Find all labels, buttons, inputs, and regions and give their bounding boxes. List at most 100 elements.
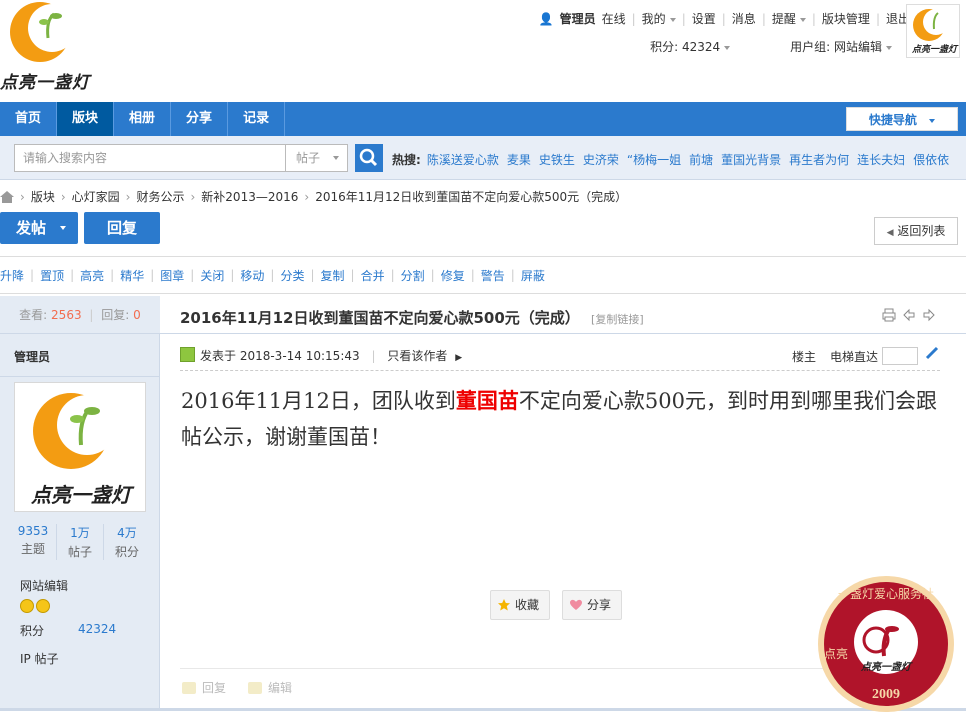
floor-jump-input[interactable] bbox=[882, 347, 918, 365]
mod-ban[interactable]: 屏蔽 bbox=[521, 267, 545, 284]
new-post-button[interactable]: 发帖 bbox=[0, 212, 78, 244]
lamp-logo-icon bbox=[33, 393, 117, 469]
home-icon[interactable] bbox=[0, 190, 14, 203]
stat-points[interactable]: 4万 积分 bbox=[104, 524, 150, 560]
highlighted-name: 董国苗 bbox=[455, 388, 519, 413]
user-group[interactable]: 网站编辑 bbox=[20, 577, 68, 594]
nav-home[interactable]: 首页 bbox=[0, 102, 58, 136]
pen-icon[interactable] bbox=[924, 345, 940, 361]
thread-stats: 查看: 2563 | 回复: 0 bbox=[0, 296, 160, 334]
author-name[interactable]: 管理员 bbox=[14, 348, 50, 365]
search-type-select[interactable]: 帖子 bbox=[286, 144, 348, 172]
next-thread-icon[interactable] bbox=[922, 308, 936, 322]
favorite-button[interactable]: 收藏 bbox=[490, 590, 550, 620]
share-button[interactable]: 分享 bbox=[562, 590, 622, 620]
mod-warn[interactable]: 警告 bbox=[481, 267, 505, 284]
copy-link[interactable]: [复制链接] bbox=[591, 313, 644, 326]
chevron-down-icon bbox=[929, 118, 936, 123]
quick-nav-button[interactable]: 快捷导航 bbox=[846, 107, 958, 131]
search-button[interactable] bbox=[355, 144, 383, 172]
post-time: 发表于 2018-3-14 10:15:43 bbox=[200, 349, 360, 363]
nav-records[interactable]: 记录 bbox=[228, 102, 286, 136]
print-icon[interactable] bbox=[882, 308, 896, 322]
moderation-toolbar: 升降 | 置顶 | 高亮 | 精华 | 图章 | 关闭 | 移动 | 分类 | 复制 | 合并 | … bbox=[0, 256, 966, 294]
corner-logo-text: 点亮一盏灯 bbox=[911, 45, 957, 55]
seal-top-text: 一盏灯爱心服务社 bbox=[838, 586, 934, 601]
hot-search-item[interactable]: 董国光背景 bbox=[721, 151, 781, 168]
hot-search-item[interactable]: 连长夫妇 bbox=[857, 151, 905, 168]
avatar[interactable]: 点亮一盏灯 bbox=[14, 382, 146, 512]
prev-thread-icon[interactable] bbox=[902, 308, 916, 322]
author-sidebar: 管理员 点亮一盏灯 9353 主题 1万 帖子 4万 积分 网站编辑 积分 42… bbox=[0, 334, 160, 724]
breadcrumb-current[interactable]: 2016年11月12日收到董国苗不定向爱心款500元（完成） bbox=[315, 188, 627, 205]
mod-stick[interactable]: 置顶 bbox=[40, 267, 64, 284]
breadcrumb-item[interactable]: 心灯家园 bbox=[72, 188, 120, 205]
replies-count: 0 bbox=[133, 308, 141, 322]
seal-logo-text: 点亮一盏灯 bbox=[860, 661, 913, 673]
post-meta: 发表于 2018-3-14 10:15:43 | 只看该作者 ▶ 楼主 电梯直达 bbox=[180, 345, 940, 371]
nav-share[interactable]: 分享 bbox=[171, 102, 229, 136]
mod-merge[interactable]: 合并 bbox=[361, 267, 385, 284]
thread-title-row: 2016年11月12日收到董国苗不定向爱心款500元（完成） [复制链接] bbox=[160, 296, 966, 334]
hot-search-item[interactable]: 前塘 bbox=[689, 151, 713, 168]
seal-year: 2009 bbox=[872, 687, 900, 702]
settings-link[interactable]: 设置 bbox=[686, 10, 722, 27]
mod-bump[interactable]: 升降 bbox=[0, 267, 24, 284]
heart-icon bbox=[570, 599, 582, 610]
caret-right-icon: ▶ bbox=[455, 353, 463, 363]
only-author-link[interactable]: 只看该作者 bbox=[387, 349, 447, 363]
mod-move[interactable]: 移动 bbox=[240, 267, 264, 284]
mod-category[interactable]: 分类 bbox=[280, 267, 304, 284]
breadcrumb-item[interactable]: 新补2013—2016 bbox=[201, 188, 298, 205]
breadcrumb-item[interactable]: 版块 bbox=[31, 188, 55, 205]
search-bar: 请输入搜索内容 帖子 热搜: 陈溪送爱心款 麦果 史铁生 史济荣 “杨梅一姐 前… bbox=[0, 136, 966, 180]
chevron-down-icon bbox=[886, 45, 892, 50]
block-manage-link[interactable]: 版块管理 bbox=[816, 10, 876, 27]
mod-repair[interactable]: 修复 bbox=[441, 267, 465, 284]
reminders-menu[interactable]: 提醒 bbox=[766, 10, 812, 27]
search-input[interactable]: 请输入搜索内容 bbox=[14, 144, 286, 172]
breadcrumb: › 版块 › 心灯家园 › 财务公示 › 新补2013—2016 › 2016年… bbox=[0, 188, 633, 205]
stat-posts[interactable]: 1万 帖子 bbox=[57, 524, 104, 560]
nav-forum[interactable]: 版块 bbox=[57, 102, 115, 136]
hot-search-item[interactable]: 麦果 bbox=[507, 151, 531, 168]
mod-copy[interactable]: 复制 bbox=[321, 267, 345, 284]
views-count: 2563 bbox=[51, 308, 82, 322]
online-icon bbox=[180, 347, 195, 362]
reply-icon bbox=[182, 681, 196, 694]
mod-digest[interactable]: 精华 bbox=[120, 267, 144, 284]
breadcrumb-item[interactable]: 财务公示 bbox=[136, 188, 184, 205]
search-icon bbox=[359, 148, 378, 167]
jump-label: 电梯直达 bbox=[829, 349, 878, 364]
back-to-list-button[interactable]: ◀ 返回列表 bbox=[874, 217, 958, 245]
mod-split[interactable]: 分割 bbox=[401, 267, 425, 284]
mod-stamp[interactable]: 图章 bbox=[160, 267, 184, 284]
mod-close[interactable]: 关闭 bbox=[200, 267, 224, 284]
hot-search-item[interactable]: 再生者为何 bbox=[789, 151, 849, 168]
nav-album[interactable]: 相册 bbox=[114, 102, 172, 136]
my-menu[interactable]: 我的 bbox=[636, 10, 682, 27]
messages-link[interactable]: 消息 bbox=[726, 10, 762, 27]
hot-search-item[interactable]: 陈溪送爱心款 bbox=[427, 151, 499, 168]
site-logo[interactable]: 点亮一盏灯 bbox=[0, 0, 100, 96]
lamp-logo-icon bbox=[10, 2, 76, 62]
rank-icons bbox=[20, 599, 52, 613]
hot-search-item[interactable]: 偎依依 bbox=[913, 151, 949, 168]
usergroup-menu[interactable]: 用户组: 网站编辑 bbox=[760, 38, 892, 55]
points-label: 积分 bbox=[20, 624, 45, 638]
thread-title: 2016年11月12日收到董国苗不定向爱心款500元（完成） bbox=[180, 309, 580, 327]
points-menu[interactable]: 积分: 42324 bbox=[620, 38, 731, 55]
reply-post-button[interactable]: 回复 bbox=[182, 679, 226, 696]
hot-searches: 热搜: 陈溪送爱心款 麦果 史铁生 史济荣 “杨梅一姐 前塘 董国光背景 再生者… bbox=[392, 151, 950, 168]
hot-search-item[interactable]: 史济荣 bbox=[583, 151, 619, 168]
charity-seal-image: 2009 一盏灯爱心服务社 点亮 点亮一盏灯 bbox=[818, 576, 954, 712]
edit-post-button[interactable]: 编辑 bbox=[248, 679, 292, 696]
hot-search-item[interactable]: “杨梅一姐 bbox=[627, 151, 681, 168]
ip-posts-link[interactable]: IP 帖子 bbox=[20, 650, 59, 667]
hot-search-item[interactable]: 史铁生 bbox=[539, 151, 575, 168]
mod-highlight[interactable]: 高亮 bbox=[80, 267, 104, 284]
username-link[interactable]: 管理员 bbox=[560, 10, 602, 27]
reply-button[interactable]: 回复 bbox=[84, 212, 160, 244]
stat-threads[interactable]: 9353 主题 bbox=[10, 524, 57, 560]
chevron-down-icon bbox=[799, 17, 806, 22]
